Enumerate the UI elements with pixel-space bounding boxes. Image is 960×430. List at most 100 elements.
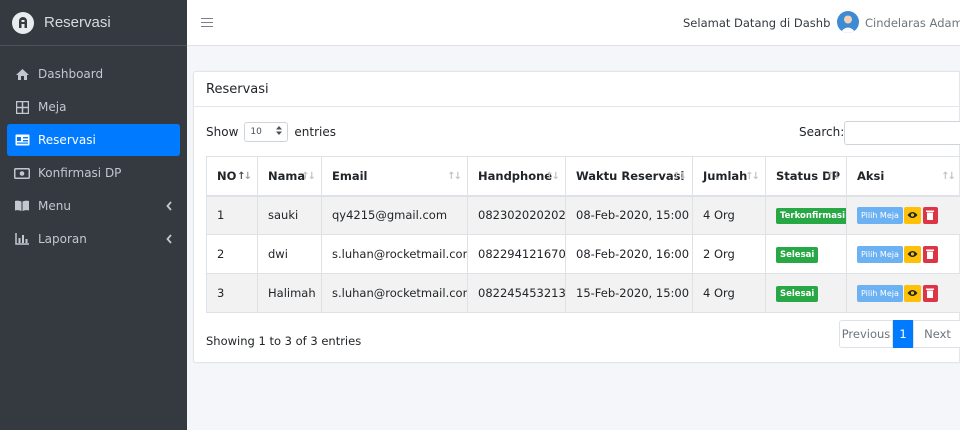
sidebar: Reservasi Dashboard Meja Reservasi Konfi… <box>0 0 187 430</box>
sidebar-item-label: Meja <box>38 100 67 114</box>
sidebar-item-label: Dashboard <box>38 67 104 81</box>
sidebar-item-laporan[interactable]: Laporan <box>7 223 180 255</box>
cell-no: 1 <box>206 195 258 235</box>
trash-icon <box>926 210 935 221</box>
cell-aksi: Pilih Meja <box>846 234 960 274</box>
cell-waktu: 15-Feb-2020, 15:00 <box>565 273 693 313</box>
pilih-meja-button[interactable]: Pilih Meja <box>857 245 903 263</box>
sidebar-item-label: Laporan <box>38 232 87 246</box>
cell-email: s.luhan@rocketmail.com <box>321 234 468 274</box>
eye-icon <box>907 212 918 219</box>
pagination-previous[interactable]: Previous <box>839 320 893 348</box>
column-header-status-dp[interactable]: Status DP ↑↓ <box>765 156 847 197</box>
money-bill-icon <box>14 166 30 180</box>
user-avatar[interactable] <box>837 11 859 33</box>
length-prefix: Show <box>206 125 239 139</box>
column-header-nama[interactable]: Nama ↑↓ <box>257 156 322 197</box>
cell-handphone: 082302020202 <box>467 195 566 235</box>
reservasi-card: Reservasi Show 10 entries Search: NO ↑↓ N… <box>193 71 960 363</box>
trash-icon <box>926 288 935 298</box>
cell-email: qy4215@gmail.com <box>321 195 468 235</box>
cell-nama: sauki <box>257 195 322 235</box>
view-button[interactable] <box>903 206 921 224</box>
status-badge: Selesai <box>776 246 819 263</box>
column-header-handphone[interactable]: Handphone ↑↓ <box>467 156 566 197</box>
sort-icon: ↑↓ <box>745 171 760 182</box>
home-icon <box>14 67 30 81</box>
cell-status: Selesai <box>765 273 847 313</box>
sort-icon: ↑↓ <box>545 171 560 182</box>
welcome-text: Selamat Datang di Dashboa <box>683 16 831 30</box>
sidebar-item-dashboard[interactable]: Dashboard <box>7 58 180 90</box>
status-badge: Terkonfirmasi <box>776 207 846 224</box>
cell-waktu: 08-Feb-2020, 15:00 <box>565 195 693 235</box>
sidebar-nav: Dashboard Meja Reservasi Konfirmasi DP M… <box>0 58 187 255</box>
eye-icon <box>907 290 918 296</box>
sidebar-item-reservasi[interactable]: Reservasi <box>7 124 180 156</box>
sidebar-item-konfirmasi-dp[interactable]: Konfirmasi DP <box>7 157 180 189</box>
chevron-left-icon <box>166 233 172 244</box>
brand-logo-icon <box>12 11 34 34</box>
pagination-page-current[interactable]: 1 <box>893 320 913 348</box>
card-title: Reservasi <box>194 72 959 107</box>
entries-length-select[interactable]: 10 <box>244 122 289 142</box>
grid-icon <box>14 100 30 114</box>
eye-icon <box>907 251 918 257</box>
chevron-left-icon <box>166 200 172 211</box>
cell-status: Terkonfirmasi <box>765 195 847 235</box>
sort-icon: ↑↓ <box>672 171 687 182</box>
pagination-next[interactable]: Next <box>913 320 960 348</box>
table-row: 1 sauki qy4215@gmail.com 082302020202 08… <box>206 195 960 235</box>
sort-icon: ↑↓ <box>447 171 462 182</box>
book-icon <box>14 199 30 213</box>
cell-email: s.luhan@rocketmail.com <box>321 273 468 313</box>
pilih-meja-button[interactable]: Pilih Meja <box>857 284 903 302</box>
cell-jumlah: 4 Org <box>692 273 766 313</box>
table-row: 2 dwi s.luhan@rocketmail.com 08229412167… <box>206 234 960 274</box>
delete-button[interactable] <box>922 284 938 302</box>
length-suffix: entries <box>294 125 336 139</box>
status-badge: Selesai <box>776 285 819 302</box>
sidebar-item-label: Reservasi <box>38 133 96 147</box>
sidebar-item-label: Menu <box>38 199 71 213</box>
trash-icon <box>926 249 935 259</box>
column-header-jumlah[interactable]: Jumlah ↑↓ <box>692 156 766 197</box>
cell-jumlah: 4 Org <box>692 195 766 235</box>
delete-button[interactable] <box>922 206 938 224</box>
cell-aksi: Pilih Meja <box>846 195 960 235</box>
cell-nama: Halimah <box>257 273 322 313</box>
sidebar-item-meja[interactable]: Meja <box>7 91 180 123</box>
table-info: Showing 1 to 3 of 3 entries <box>206 334 362 348</box>
cell-handphone: 082294121670 <box>467 234 566 274</box>
hamburger-menu-icon[interactable] <box>201 17 213 28</box>
brand[interactable]: Reservasi <box>0 0 187 46</box>
search-input[interactable] <box>844 121 960 145</box>
column-header-no[interactable]: NO ↑↓ <box>206 156 258 197</box>
brand-name: Reservasi <box>44 14 111 31</box>
cell-aksi: Pilih Meja <box>846 273 960 313</box>
column-header-email[interactable]: Email ↑↓ <box>321 156 468 197</box>
delete-button[interactable] <box>922 245 938 263</box>
cell-handphone: 082245453213 <box>467 273 566 313</box>
column-header-waktu-reservasi[interactable]: Waktu Reservasi ↑↓ <box>565 156 693 197</box>
top-navbar: Selamat Datang di Dashboa Cindelaras Ada… <box>187 0 960 46</box>
user-name[interactable]: Cindelaras Adam Mali <box>865 16 960 30</box>
table-header-row: NO ↑↓ Nama ↑↓ Email ↑↓ Handphone ↑↓ Waktu Re… <box>206 156 960 197</box>
cell-status: Selesai <box>765 234 847 274</box>
sort-icon: ↑↓ <box>941 171 956 182</box>
cell-no: 2 <box>206 234 258 274</box>
sidebar-item-menu[interactable]: Menu <box>7 190 180 222</box>
pagination: Previous 1 Next <box>839 320 960 348</box>
view-button[interactable] <box>903 245 921 263</box>
cell-waktu: 08-Feb-2020, 16:00 <box>565 234 693 274</box>
sort-icon: ↑↓ <box>826 171 841 182</box>
pilih-meja-button[interactable]: Pilih Meja <box>857 206 903 224</box>
updown-icon <box>276 126 283 138</box>
sort-icon: ↑↓ <box>301 171 316 182</box>
entries-length-control: Show 10 entries <box>206 122 336 142</box>
cell-jumlah: 2 Org <box>692 234 766 274</box>
cell-nama: dwi <box>257 234 322 274</box>
column-header-aksi[interactable]: Aksi ↑↓ <box>846 156 960 197</box>
view-button[interactable] <box>903 284 921 302</box>
reservasi-table: NO ↑↓ Nama ↑↓ Email ↑↓ Handphone ↑↓ Waktu Re… <box>206 156 960 313</box>
